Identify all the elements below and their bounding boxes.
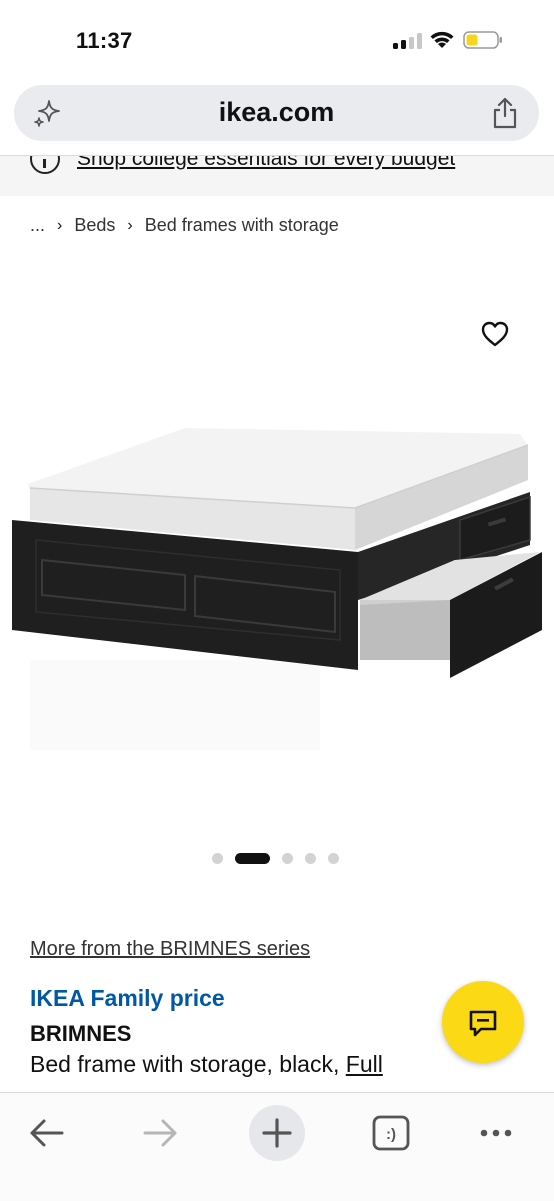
chevron-right-icon: › (57, 216, 63, 234)
product-description: Bed frame with storage, black, Full (30, 1051, 383, 1078)
breadcrumb-beds[interactable]: Beds (74, 215, 115, 236)
address-bar[interactable]: ikea.com (14, 85, 539, 141)
tabs-button[interactable]: :) (363, 1105, 419, 1161)
more-icon (480, 1129, 512, 1137)
browser-toolbar: :) (0, 1092, 554, 1201)
status-time: 11:37 (76, 28, 133, 53)
forward-arrow-icon (143, 1119, 177, 1147)
carousel-dot[interactable] (305, 852, 316, 864)
plus-icon (262, 1118, 292, 1148)
family-price-label: IKEA Family price (30, 985, 225, 1011)
new-tab-button[interactable] (249, 1105, 305, 1161)
breadcrumb: ... › Beds › Bed frames with storage (30, 215, 339, 236)
share-icon[interactable] (491, 97, 519, 129)
product-name: BRIMNES (30, 1021, 132, 1046)
svg-text::): :) (386, 1126, 396, 1143)
chevron-right-icon: › (127, 216, 133, 234)
product-image[interactable] (0, 290, 554, 810)
chat-icon (469, 1010, 497, 1037)
wifi-icon (430, 31, 454, 48)
carousel-dots (212, 852, 351, 864)
status-bar: 11:37 (0, 0, 554, 78)
signal-icon (393, 33, 423, 49)
forward-button[interactable] (133, 1105, 189, 1161)
more-button[interactable] (468, 1105, 524, 1161)
size-link[interactable]: Full (346, 1051, 383, 1077)
back-arrow-icon (30, 1119, 64, 1147)
series-link[interactable]: More from the BRIMNES series (30, 938, 310, 961)
promo-banner[interactable]: Shop college essentials for every budget (0, 155, 554, 196)
promo-link[interactable]: Shop college essentials for every budget (77, 156, 455, 171)
breadcrumb-ellipsis[interactable]: ... (30, 215, 45, 236)
carousel-dot[interactable] (328, 852, 339, 864)
back-button[interactable] (18, 1105, 74, 1161)
url-text[interactable]: ikea.com (14, 97, 539, 128)
carousel-dot[interactable] (282, 852, 293, 864)
breadcrumb-bed-frames[interactable]: Bed frames with storage (145, 215, 339, 236)
chat-button[interactable] (442, 981, 524, 1063)
carousel-dot-active[interactable] (235, 852, 270, 864)
heart-icon[interactable] (480, 320, 510, 348)
product-description-text: Bed frame with storage, black, (30, 1051, 346, 1077)
info-icon (30, 156, 60, 174)
battery-icon (463, 31, 502, 49)
carousel-dot[interactable] (212, 852, 223, 864)
tabs-icon: :) (372, 1115, 410, 1151)
